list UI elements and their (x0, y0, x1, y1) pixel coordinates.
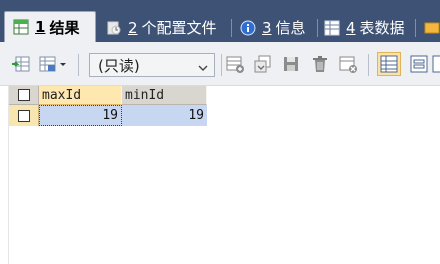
table-cell-minid[interactable]: 19 (122, 105, 207, 126)
row-checkbox-cell[interactable] (9, 105, 39, 126)
profile-icon (106, 20, 122, 36)
info-icon (240, 20, 256, 36)
grid-options-button[interactable] (38, 53, 68, 75)
cell-value: 19 (188, 108, 204, 123)
tab-table-data-number: 4 (346, 18, 356, 37)
toolbar-separator (368, 54, 369, 76)
tab-profiles-label: 个配置文件 (141, 19, 217, 37)
tab-results[interactable]: 1 结果 (4, 11, 96, 42)
form-view-icon (410, 55, 428, 73)
chevron-down-icon (197, 60, 209, 78)
tab-info-number: 3 (262, 18, 272, 37)
new-row-icon (225, 54, 245, 74)
tab-results-label: 结果 (49, 18, 80, 37)
result-grid: maxId minId 19 19 (0, 86, 440, 264)
readonly-mode-select[interactable]: (只读) (89, 53, 215, 77)
grid-view-icon (380, 55, 398, 73)
message-icon (424, 20, 440, 36)
readonly-mode-value: (只读) (98, 56, 140, 75)
cell-value: 19 (102, 108, 118, 123)
duplicate-row-icon (253, 54, 273, 74)
column-header-minid[interactable]: minId (122, 86, 207, 105)
export-icon (11, 54, 31, 74)
tab-overflow[interactable] (416, 13, 440, 42)
refresh-icon (338, 54, 358, 74)
delete-icon (310, 54, 330, 74)
result-tab-bar: 1 结果 2 个配置文件 3 信息 4 表数据 (0, 0, 440, 42)
table-cell-maxid[interactable]: 19 (39, 105, 122, 126)
tab-table-data-label: 表数据 (359, 19, 405, 37)
grid-options-icon (38, 54, 68, 74)
column-header-label: maxId (42, 87, 82, 103)
tab-table-data[interactable]: 4 表数据 (316, 13, 416, 42)
save-icon (281, 54, 301, 74)
text-view-icon (432, 55, 440, 73)
tab-profiles-number: 2 (128, 18, 138, 37)
toolbar-separator (221, 54, 222, 76)
column-header-label: minId (125, 87, 165, 103)
column-header-maxid[interactable]: maxId (39, 86, 122, 105)
delete-button[interactable] (309, 53, 331, 75)
select-all-checkbox[interactable] (17, 89, 30, 101)
tab-profiles[interactable]: 2 个配置文件 (98, 13, 232, 42)
select-all-checkbox-cell[interactable] (9, 86, 39, 105)
duplicate-row-button[interactable] (252, 53, 274, 75)
row-checkbox[interactable] (17, 109, 30, 122)
toolbar-overflow-button[interactable] (432, 53, 440, 75)
tab-info-label: 信息 (275, 19, 306, 37)
tab-results-number: 1 (35, 18, 46, 36)
table-data-icon (324, 20, 340, 36)
grid-view-button[interactable] (377, 52, 401, 76)
result-table-icon (13, 19, 29, 35)
grid-toolbar: (只读) (0, 42, 440, 86)
tab-info[interactable]: 3 信息 (232, 13, 318, 42)
form-view-button[interactable] (408, 53, 430, 75)
toolbar-separator (78, 54, 79, 76)
save-button[interactable] (280, 53, 302, 75)
export-button[interactable] (10, 53, 32, 75)
refresh-button[interactable] (337, 53, 359, 75)
new-row-button[interactable] (224, 53, 246, 75)
